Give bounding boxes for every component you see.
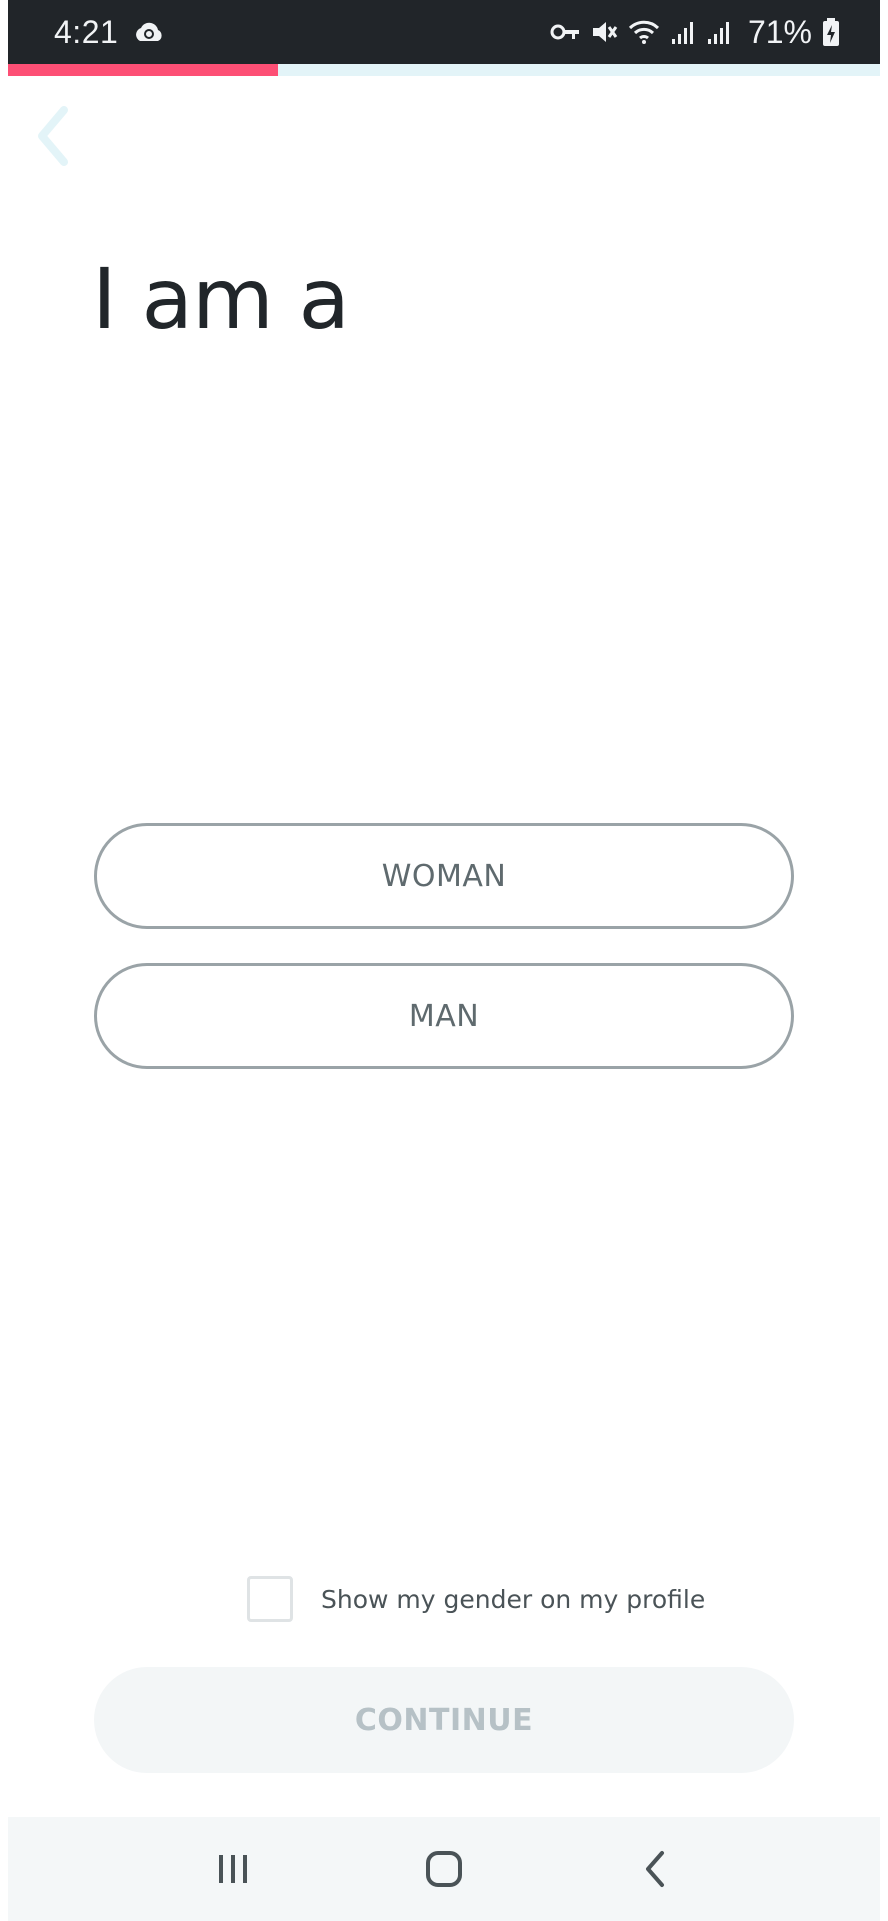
recent-apps-button[interactable]	[203, 1839, 263, 1899]
frame-edge	[880, 0, 888, 1921]
system-back-button[interactable]	[625, 1839, 685, 1899]
home-button[interactable]	[414, 1839, 474, 1899]
status-bar: 4:21 71%	[8, 0, 880, 64]
signal-icon	[671, 22, 693, 44]
progress-bar-fill	[8, 64, 279, 76]
progress-bar	[8, 64, 880, 76]
status-icons: 71%	[550, 14, 840, 51]
continue-button[interactable]: CONTINUE	[94, 1667, 794, 1773]
mute-icon	[592, 22, 618, 42]
chevron-left-icon	[38, 106, 68, 166]
man-option-button[interactable]: MAN	[94, 963, 794, 1069]
show-gender-toggle[interactable]: Show my gender on my profile	[247, 1576, 705, 1622]
frame-edge	[0, 0, 8, 1921]
navigation-bar	[8, 1817, 880, 1921]
wifi-icon	[628, 20, 660, 44]
show-gender-checkbox[interactable]	[247, 1576, 293, 1622]
home-icon	[425, 1851, 462, 1887]
battery-percent: 71%	[747, 13, 812, 50]
page-title: I am a	[92, 250, 350, 348]
battery-charging-icon	[823, 18, 839, 46]
woman-option-button[interactable]: WOMAN	[94, 823, 794, 929]
back-button[interactable]	[30, 105, 78, 167]
show-gender-label: Show my gender on my profile	[321, 1584, 706, 1614]
screen: 4:21 71% I am a WOMAN MAN Show my gender…	[0, 0, 888, 1921]
vpn-key-icon	[550, 24, 579, 40]
cloud-sync-icon	[136, 22, 162, 41]
signal-icon	[707, 22, 729, 44]
back-icon	[645, 1851, 664, 1887]
recent-apps-icon	[219, 1855, 248, 1883]
status-time: 4:21	[54, 13, 119, 50]
